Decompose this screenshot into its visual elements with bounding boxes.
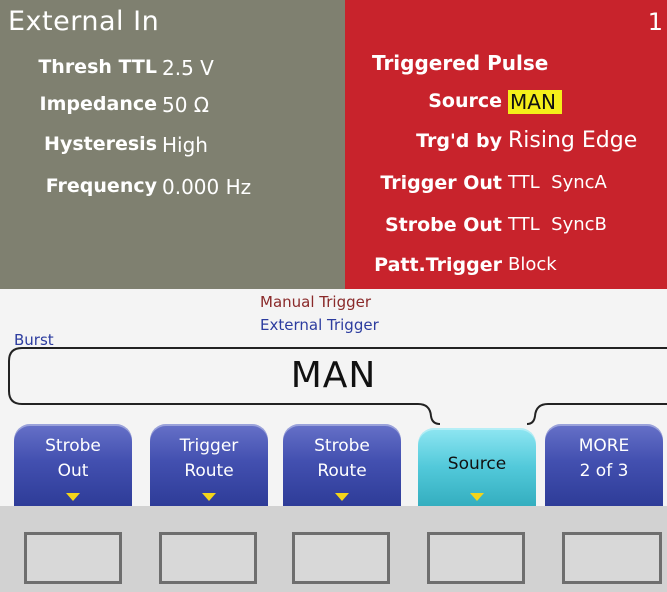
trgd-by-row: Trg'd by Rising Edge xyxy=(345,128,667,160)
mode-title: Triggered Pulse xyxy=(372,51,548,75)
softkey-strobe-route-line1: Strobe xyxy=(314,436,370,456)
hardkey-4[interactable] xyxy=(427,532,525,584)
softkey-more-line2: 2 of 3 xyxy=(579,461,629,481)
patt-trigger-row: Patt.Trigger Block xyxy=(345,254,667,284)
source-label: Source xyxy=(428,90,502,112)
patt-trigger-label: Patt.Trigger xyxy=(374,254,502,276)
hysteresis-label: Hysteresis xyxy=(44,133,157,155)
patt-trigger-value: Block xyxy=(508,254,557,275)
source-row: Source MAN xyxy=(345,90,667,120)
submenu-arrow-icon xyxy=(470,493,484,501)
softkey-strobe-route-line2: Route xyxy=(317,461,367,481)
thresh-row: Thresh TTL 2.5 V xyxy=(0,56,345,86)
softkey-trigger-route-line1: Trigger xyxy=(179,436,239,456)
impedance-row: Impedance 50 Ω xyxy=(0,93,345,123)
strobe-out-row: Strobe Out TTL SyncB xyxy=(345,214,667,244)
softkey-more-line1: MORE xyxy=(578,436,630,456)
thresh-value: 2.5 V xyxy=(162,56,214,80)
trgd-by-value: Rising Edge xyxy=(508,128,638,153)
trgd-by-label: Trg'd by xyxy=(416,130,502,152)
softkey-trigger-route-line2: Route xyxy=(184,461,234,481)
trigger-out-value: TTL SyncA xyxy=(508,172,607,193)
submenu-arrow-icon xyxy=(335,493,349,501)
impedance-label: Impedance xyxy=(39,93,157,115)
hardkey-3[interactable] xyxy=(292,532,390,584)
hardkey-5[interactable] xyxy=(562,532,662,584)
impedance-value: 50 Ω xyxy=(162,93,210,117)
hardkey-1[interactable] xyxy=(24,532,122,584)
frequency-label: Frequency xyxy=(45,175,157,197)
trigger-out-row: Trigger Out TTL SyncA xyxy=(345,172,667,202)
softkey-strobe-out-line1: Strobe xyxy=(45,436,101,456)
strobe-out-value: TTL SyncB xyxy=(508,214,607,235)
mode-title-part2: Pulse xyxy=(487,51,549,75)
frequency-row: Frequency 0.000 Hz xyxy=(0,175,345,205)
source-value-highlight[interactable]: MAN xyxy=(508,90,562,114)
frequency-value: 0.000 Hz xyxy=(162,175,252,199)
hardkey-2[interactable] xyxy=(159,532,257,584)
softkey-source[interactable]: Source xyxy=(418,428,536,506)
mode-title-part1: Triggered xyxy=(372,51,481,75)
submenu-arrow-icon xyxy=(202,493,216,501)
submenu-arrow-icon xyxy=(66,493,80,501)
thresh-label: Thresh TTL xyxy=(38,56,157,78)
value-display: MAN xyxy=(290,355,377,396)
hysteresis-value: High xyxy=(162,133,208,157)
softkey-strobe-route[interactable]: Strobe Route xyxy=(283,424,401,506)
option-external-trigger[interactable]: External Trigger xyxy=(260,316,379,334)
option-manual-trigger[interactable]: Manual Trigger xyxy=(260,293,371,311)
softkey-strobe-out[interactable]: Strobe Out xyxy=(14,424,132,506)
trigger-out-label: Trigger Out xyxy=(380,172,502,194)
softkey-trigger-route[interactable]: Trigger Route xyxy=(150,424,268,506)
softkey-source-label: Source xyxy=(447,454,507,474)
hysteresis-row: Hysteresis High xyxy=(0,133,345,163)
panel-title: External In xyxy=(8,6,160,37)
strobe-out-label: Strobe Out xyxy=(384,214,502,236)
softkey-strobe-out-line2: Out xyxy=(57,461,89,481)
softkey-more[interactable]: MORE 2 of 3 xyxy=(545,424,663,506)
channel-number: 1 xyxy=(647,8,663,36)
